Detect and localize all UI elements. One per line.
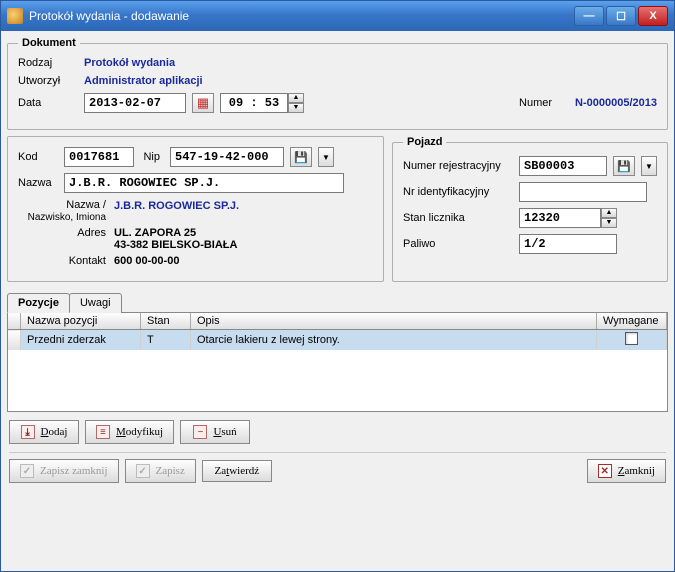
klient-dropdown-button[interactable]: ▼ <box>318 147 334 167</box>
app-icon <box>7 8 23 24</box>
adres-label: Adres <box>24 227 114 251</box>
app-window: Protokół wydania - dodawanie — ☐ X Dokum… <box>0 0 675 572</box>
close-icon: ✕ <box>598 464 612 478</box>
stan-spin-down[interactable]: ▼ <box>601 218 617 228</box>
cell-stan: T <box>141 330 191 351</box>
rej-label: Numer rejestracyjny <box>403 160 513 172</box>
data-input[interactable] <box>84 93 186 113</box>
pojazd-lookup-button[interactable]: 💾 <box>613 156 635 176</box>
save-close-icon: ✓ <box>20 464 34 478</box>
kod-label: Kod <box>18 151 58 163</box>
paliwo-label: Paliwo <box>403 238 513 250</box>
stan-input[interactable] <box>519 208 601 228</box>
zapisz-button[interactable]: ✓Zapisz <box>125 459 196 483</box>
minimize-button[interactable]: — <box>574 6 604 26</box>
nazwa-label: Nazwa <box>18 177 58 189</box>
disk-icon: 💾 <box>617 160 631 173</box>
adres-value: UL. ZAPORA 2543-382 BIELSKO-BIAŁA <box>114 227 237 251</box>
maximize-button[interactable]: ☐ <box>606 6 636 26</box>
pojazd-group: Pojazd Numer rejestracyjny 💾 ▼ Nr identy… <box>392 136 668 282</box>
col-wymagane[interactable]: Wymagane <box>597 313 667 330</box>
client-area: Dokument Rodzaj Protokół wydania Utworzy… <box>1 31 674 571</box>
kontakt-value: 600 00-00-00 <box>114 255 179 267</box>
rej-input[interactable] <box>519 156 607 176</box>
col-nazwa[interactable]: Nazwa pozycji <box>21 313 141 330</box>
col-stan[interactable]: Stan <box>141 313 191 330</box>
save-icon: ✓ <box>136 464 150 478</box>
ident-input[interactable] <box>519 182 647 202</box>
tab-pozycje[interactable]: Pozycje <box>7 293 70 313</box>
numer-value: N-0000005/2013 <box>575 97 657 109</box>
ident-label: Nr identyfikacyjny <box>403 186 513 198</box>
rodzaj-value: Protokół wydania <box>84 57 175 69</box>
klient-group: Kod Nip 💾 ▼ Nazwa Nazwa <box>7 136 384 282</box>
delete-icon: − <box>193 425 207 439</box>
close-window-button[interactable]: X <box>638 6 668 26</box>
stan-spin-up[interactable]: ▲ <box>601 208 617 218</box>
add-icon: ⤓ <box>21 425 35 439</box>
numer-label: Numer <box>519 97 569 109</box>
tab-uwagi[interactable]: Uwagi <box>69 293 122 313</box>
pojazd-dropdown-button[interactable]: ▼ <box>641 156 657 176</box>
pojazd-legend: Pojazd <box>403 136 446 148</box>
tabs: Pozycje Uwagi <box>7 292 668 313</box>
nazwa-input[interactable] <box>64 173 344 193</box>
time-spin-up[interactable]: ▲ <box>288 93 304 103</box>
dokument-group: Dokument Rodzaj Protokół wydania Utworzy… <box>7 37 668 130</box>
nip-label: Nip <box>140 151 164 163</box>
cell-wymagane-checkbox[interactable] <box>625 332 638 345</box>
stan-label: Stan licznika <box>403 212 513 224</box>
positions-grid[interactable]: Nazwa pozycji Stan Opis Wymagane Przedni… <box>7 312 668 412</box>
modyfikuj-button[interactable]: ≡Modyfikuj <box>85 420 174 444</box>
dokument-legend: Dokument <box>18 37 80 49</box>
rodzaj-label: Rodzaj <box>18 57 78 69</box>
disk-icon: 💾 <box>294 151 308 164</box>
table-row[interactable]: Przedni zderzak T Otarcie lakieru z lewe… <box>8 330 667 351</box>
nazwisko-value: J.B.R. ROGOWIEC SP.J. <box>114 199 239 223</box>
nip-input[interactable] <box>170 147 284 167</box>
utworzyl-value: Administrator aplikacji <box>84 75 203 87</box>
time-spin-down[interactable]: ▼ <box>288 103 304 113</box>
kontakt-label: Kontakt <box>24 255 114 267</box>
calendar-button[interactable]: ▦ <box>192 93 214 113</box>
utworzyl-label: Utworzył <box>18 75 78 87</box>
window-title: Protokół wydania - dodawanie <box>29 9 574 23</box>
kod-input[interactable] <box>64 147 134 167</box>
usun-button[interactable]: −Usuń <box>180 420 250 444</box>
grid-header-row: Nazwa pozycji Stan Opis Wymagane <box>8 313 667 330</box>
klient-lookup-button[interactable]: 💾 <box>290 147 312 167</box>
cell-opis: Otarcie lakieru z lewej strony. <box>191 330 597 351</box>
nazwisko-label: Nazwa / Nazwisko, Imiona <box>24 199 114 223</box>
time-input[interactable] <box>220 93 288 113</box>
edit-icon: ≡ <box>96 425 110 439</box>
zatwierdz-button[interactable]: Zatwierdź <box>202 460 272 482</box>
data-label: Data <box>18 97 78 109</box>
zamknij-button[interactable]: ✕Zamknij <box>587 459 666 483</box>
calendar-icon: ▦ <box>197 95 209 111</box>
titlebar[interactable]: Protokół wydania - dodawanie — ☐ X <box>1 1 674 31</box>
zapisz-zamknij-button[interactable]: ✓Zapisz zamknij <box>9 459 119 483</box>
dodaj-button[interactable]: ⤓Dodaj <box>9 420 79 444</box>
paliwo-input[interactable] <box>519 234 617 254</box>
cell-nazwa: Przedni zderzak <box>21 330 141 351</box>
col-opis[interactable]: Opis <box>191 313 597 330</box>
